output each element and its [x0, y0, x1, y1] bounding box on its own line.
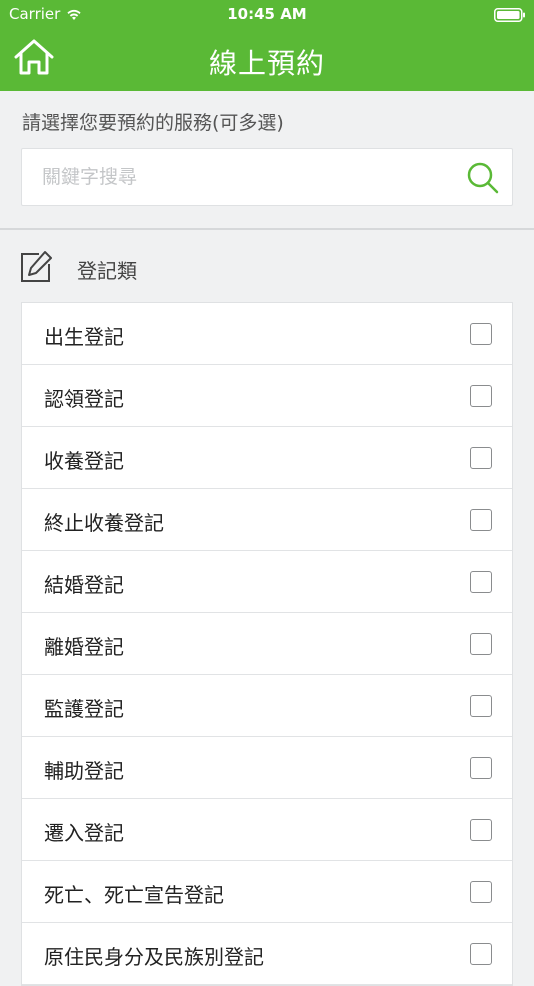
list-item[interactable]: 死亡、死亡宣告登記: [22, 861, 512, 923]
checkbox[interactable]: [470, 695, 492, 717]
list-item[interactable]: 原住民身分及民族別登記: [22, 923, 512, 985]
battery-icon: [494, 7, 526, 26]
status-bar: Carrier 10:45 AM: [0, 0, 534, 28]
page-title: 線上預約: [208, 47, 325, 80]
checkbox[interactable]: [470, 757, 492, 779]
list-item[interactable]: 遷入登記: [22, 799, 512, 861]
checkbox[interactable]: [470, 571, 492, 593]
item-label: 輔助登記: [44, 759, 124, 783]
item-label: 死亡、死亡宣告登記: [44, 883, 224, 907]
edit-icon: [19, 250, 53, 288]
item-label: 監護登記: [44, 697, 124, 721]
checkbox[interactable]: [470, 323, 492, 345]
service-list: 出生登記 認領登記 收養登記 終止收養登記 結婚登記 離婚登記 監護登記 輔助登…: [21, 302, 513, 986]
checkbox[interactable]: [470, 633, 492, 655]
status-time: 10:45 AM: [227, 5, 307, 23]
checkbox[interactable]: [470, 385, 492, 407]
service-prompt: 請選擇您要預約的服務(可多選): [22, 112, 284, 134]
section-title: 登記類: [77, 259, 137, 283]
item-label: 遷入登記: [44, 821, 124, 845]
list-item[interactable]: 終止收養登記: [22, 489, 512, 551]
list-item[interactable]: 出生登記: [22, 303, 512, 365]
section-header: 登記類: [0, 230, 534, 302]
list-item[interactable]: 結婚登記: [22, 551, 512, 613]
list-item[interactable]: 收養登記: [22, 427, 512, 489]
item-label: 認領登記: [44, 387, 124, 411]
checkbox[interactable]: [470, 509, 492, 531]
list-item[interactable]: 輔助登記: [22, 737, 512, 799]
list-item[interactable]: 監護登記: [22, 675, 512, 737]
search-icon[interactable]: [466, 161, 500, 199]
search-input[interactable]: [42, 149, 462, 205]
item-label: 離婚登記: [44, 635, 124, 659]
checkbox[interactable]: [470, 943, 492, 965]
list-item[interactable]: 離婚登記: [22, 613, 512, 675]
search-box: [21, 148, 513, 206]
item-label: 收養登記: [44, 449, 124, 473]
list-item[interactable]: 認領登記: [22, 365, 512, 427]
item-label: 原住民身分及民族別登記: [44, 945, 264, 969]
checkbox[interactable]: [470, 881, 492, 903]
item-label: 結婚登記: [44, 573, 124, 597]
checkbox[interactable]: [470, 819, 492, 841]
checkbox[interactable]: [470, 447, 492, 469]
item-label: 出生登記: [44, 325, 124, 349]
item-label: 終止收養登記: [44, 511, 164, 535]
nav-bar: 線上預約: [0, 28, 534, 91]
